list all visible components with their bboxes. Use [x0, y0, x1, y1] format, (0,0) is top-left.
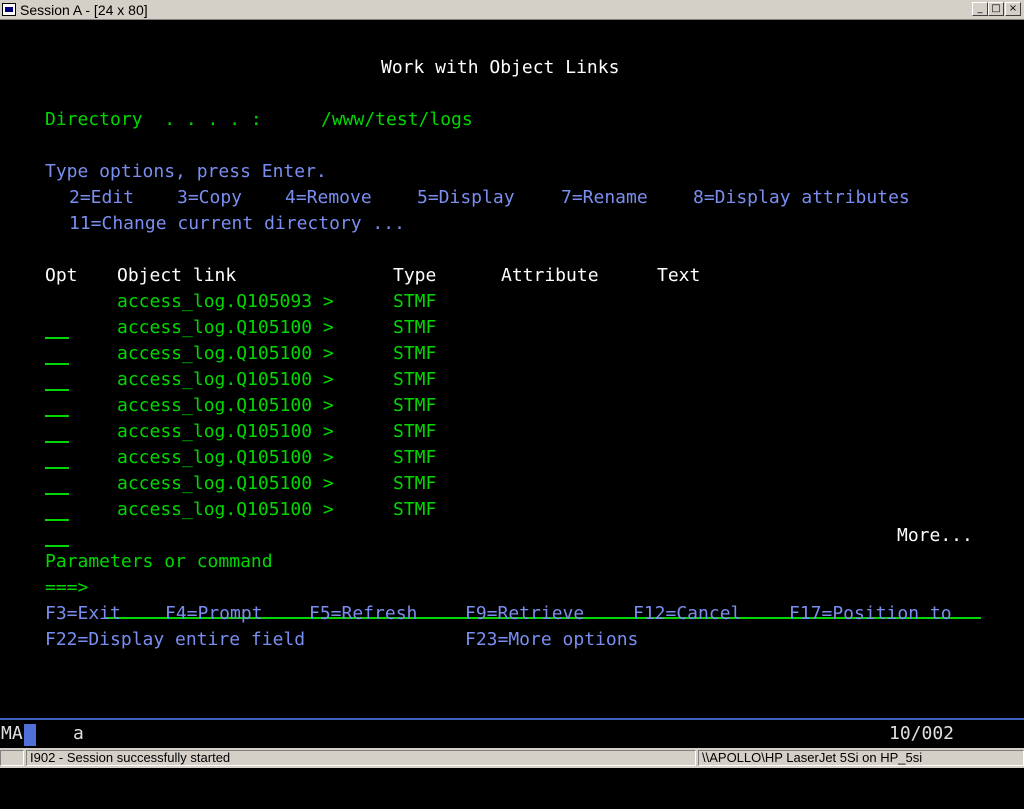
object-link: access_log.Q105100 >: [117, 317, 334, 338]
fkey-exit[interactable]: F3=Exit: [45, 601, 121, 627]
column-header-text: Text: [657, 265, 701, 286]
table-row: access_log.Q105093 > STMF: [0, 289, 436, 339]
object-link: access_log.Q105100 >: [117, 343, 334, 364]
table-row: access_log.Q105100 > STMF: [0, 393, 436, 443]
object-type: STMF: [393, 421, 437, 442]
instruction-text: Type options, press Enter.: [45, 161, 327, 182]
option-change-directory: 11=Change current directory ...: [69, 213, 405, 234]
option-input[interactable]: [45, 497, 69, 521]
option-edit: 2=Edit: [69, 187, 135, 208]
option-remove: 4=Remove: [285, 187, 372, 208]
object-link: access_log.Q105100 >: [117, 473, 334, 494]
option-input[interactable]: [45, 471, 69, 495]
object-type: STMF: [393, 447, 437, 468]
input-mode: a: [73, 723, 84, 744]
option-copy: 3=Copy: [177, 187, 243, 208]
status-cursor-block: [24, 724, 36, 746]
table-row: access_log.Q105100 > STMF: [0, 445, 436, 495]
status-bar: I902 - Session successfully started \\AP…: [0, 748, 1024, 768]
session-icon[interactable]: [2, 3, 16, 16]
object-type: STMF: [393, 499, 437, 520]
fkey-refresh[interactable]: F5=Refresh: [309, 601, 417, 627]
option-display-attributes: 8=Display attributes: [693, 187, 910, 208]
column-header-attribute: Attribute: [501, 265, 599, 286]
directory-value: /www/test/logs: [321, 109, 473, 130]
table-row: access_log.Q105100 > STMF: [0, 497, 436, 547]
object-type: STMF: [393, 343, 437, 364]
fkey-retrieve[interactable]: F9=Retrieve: [465, 601, 584, 627]
object-type: STMF: [393, 395, 437, 416]
parameters-label: Parameters or command: [45, 551, 273, 572]
printer-status: \\APOLLO\HP LaserJet 5Si on HP_5si: [698, 750, 1024, 766]
printer-icon: [0, 750, 24, 766]
option-display: 5=Display: [417, 187, 515, 208]
fkey-display-entire-field[interactable]: F22=Display entire field: [45, 627, 305, 653]
terminal-screen[interactable]: Work with Object Links Directory . . . .…: [0, 20, 1024, 718]
table-row: access_log.Q105100 > STMF: [0, 315, 436, 365]
object-link: access_log.Q105100 >: [117, 447, 334, 468]
status-indicator: MA: [1, 723, 23, 744]
object-type: STMF: [393, 369, 437, 390]
minimize-button[interactable]: _: [972, 2, 988, 16]
object-link: access_log.Q105100 >: [117, 499, 334, 520]
object-type: STMF: [393, 317, 437, 338]
directory-label: Directory . . . . :: [45, 109, 262, 130]
column-header-opt: Opt: [45, 265, 78, 286]
object-type: STMF: [393, 473, 437, 494]
option-input[interactable]: [45, 367, 69, 391]
option-input[interactable]: [45, 315, 69, 339]
window-title: Session A - [24 x 80]: [20, 2, 148, 18]
option-input[interactable]: [45, 393, 69, 417]
table-row: access_log.Q105100 > STMF: [0, 367, 436, 417]
object-link: access_log.Q105100 >: [117, 369, 334, 390]
object-link: access_log.Q105093 >: [117, 291, 334, 312]
object-type: STMF: [393, 291, 437, 312]
cursor-position: 10/002: [889, 723, 955, 744]
more-indicator: More...: [897, 525, 973, 546]
table-row: access_log.Q105100 > STMF: [0, 471, 436, 521]
operator-status-line: MA a 10/002: [0, 718, 1024, 748]
column-header-object-link: Object link: [117, 265, 237, 286]
window-titlebar[interactable]: Session A - [24 x 80] _ □ ×: [0, 0, 1024, 20]
option-input[interactable]: [45, 445, 69, 469]
maximize-button[interactable]: □: [988, 2, 1004, 16]
fkey-cancel[interactable]: F12=Cancel: [633, 601, 741, 627]
option-input[interactable]: [45, 523, 69, 547]
screen-title: Work with Object Links: [381, 57, 620, 78]
object-link: access_log.Q105100 >: [117, 421, 334, 442]
close-button[interactable]: ×: [1005, 2, 1021, 16]
table-row: access_log.Q105100 > STMF: [0, 341, 436, 391]
table-row: access_log.Q105100 > STMF: [0, 419, 436, 469]
session-message: I902 - Session successfully started: [26, 750, 696, 766]
option-rename: 7=Rename: [561, 187, 648, 208]
object-link: access_log.Q105100 >: [117, 395, 334, 416]
option-input[interactable]: [45, 341, 69, 365]
fkey-more-options[interactable]: F23=More options: [465, 627, 638, 653]
column-header-type: Type: [393, 265, 437, 286]
fkey-prompt[interactable]: F4=Prompt: [165, 601, 263, 627]
option-input[interactable]: [45, 419, 69, 443]
fkey-position-to[interactable]: F17=Position to: [789, 601, 952, 627]
command-prompt: ===>: [45, 577, 89, 598]
